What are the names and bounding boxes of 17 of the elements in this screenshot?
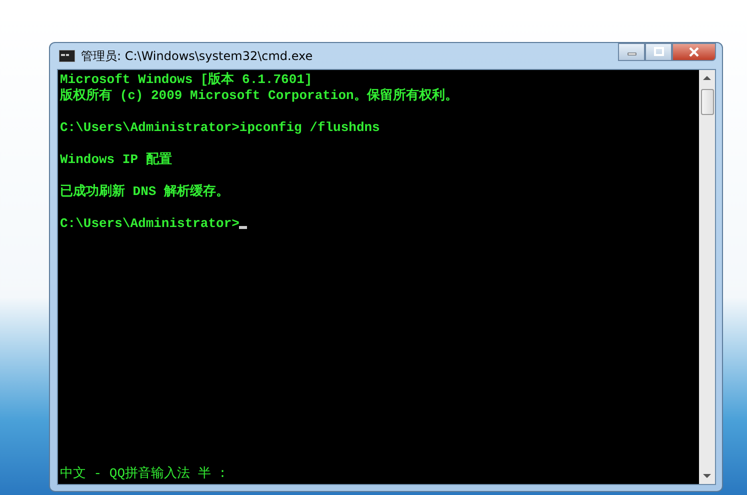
console-line: Windows IP 配置 bbox=[60, 152, 172, 167]
close-icon bbox=[688, 47, 700, 57]
vertical-scrollbar[interactable] bbox=[699, 70, 715, 484]
console-line: 版权所有 (c) 2009 Microsoft Corporation。保留所有权利。 bbox=[60, 88, 458, 103]
maximize-button[interactable] bbox=[645, 43, 672, 61]
scrollbar-thumb[interactable] bbox=[700, 89, 714, 115]
minimize-button[interactable] bbox=[618, 43, 645, 61]
ime-status: 中文 - QQ拼音输入法 半 : bbox=[60, 466, 228, 482]
close-button[interactable] bbox=[672, 43, 716, 61]
console-icon bbox=[59, 50, 75, 62]
maximize-icon bbox=[654, 47, 664, 57]
text-cursor bbox=[239, 226, 248, 229]
console-line: 已成功刷新 DNS 解析缓存。 bbox=[60, 184, 230, 199]
console-line: C:\Users\Administrator> bbox=[60, 216, 240, 231]
window-title: 管理员: C:\Windows\system32\cmd.exe bbox=[81, 48, 313, 64]
console-line: Microsoft Windows [版本 6.1.7601] bbox=[60, 72, 312, 87]
console-line: C:\Users\Administrator>ipconfig /flushdns bbox=[60, 120, 380, 135]
